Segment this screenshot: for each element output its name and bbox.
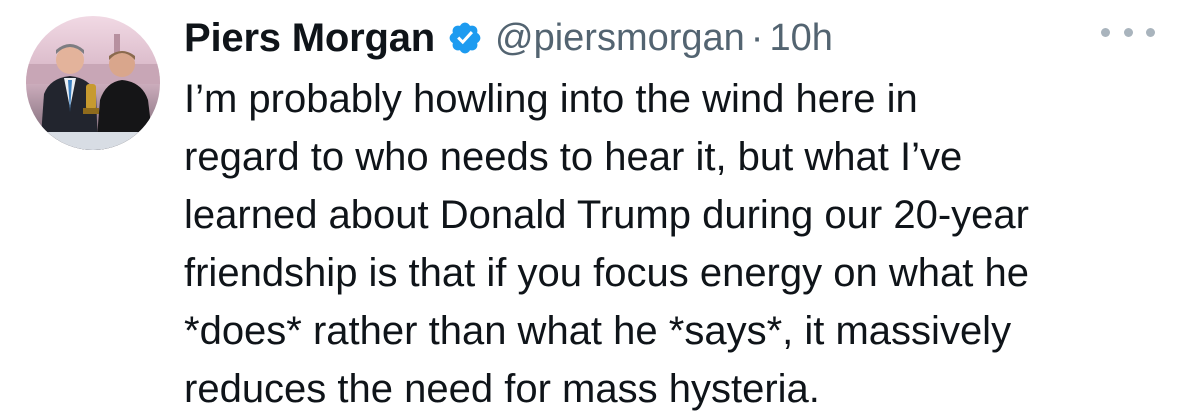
- tweet-header: Piers Morgan @piersmorgan · 10h: [184, 10, 833, 66]
- tweet-text-line: regard to who needs to hear it, but what…: [184, 135, 963, 179]
- timestamp[interactable]: 10h: [769, 17, 832, 60]
- tweet-text-line: I’m probably howling into the wind here …: [184, 77, 918, 121]
- tweet-text: I’m probably howling into the wind here …: [184, 70, 1159, 418]
- verified-badge-icon: [447, 20, 483, 56]
- more-options-icon[interactable]: [1101, 18, 1155, 46]
- tweet-text-line: *does* rather than what he *says*, it ma…: [184, 309, 1012, 353]
- more-dot: [1123, 27, 1133, 37]
- tweet-text-line: reduces the need for mass hysteria.: [184, 367, 820, 411]
- tweet-text-line: learned about Donald Trump during our 20…: [184, 193, 1029, 237]
- tweet-text-line: friendship is that if you focus energy o…: [184, 251, 1029, 295]
- more-dot: [1101, 27, 1110, 37]
- separator-dot: ·: [750, 16, 764, 59]
- tweet[interactable]: Piers Morgan @piersmorgan · 10h I’m prob…: [0, 0, 1179, 411]
- author-handle[interactable]: @piersmorgan: [495, 17, 745, 60]
- avatar[interactable]: [26, 16, 160, 150]
- more-dot: [1146, 27, 1155, 37]
- author-name[interactable]: Piers Morgan: [184, 16, 435, 61]
- avatar-image: [26, 16, 160, 150]
